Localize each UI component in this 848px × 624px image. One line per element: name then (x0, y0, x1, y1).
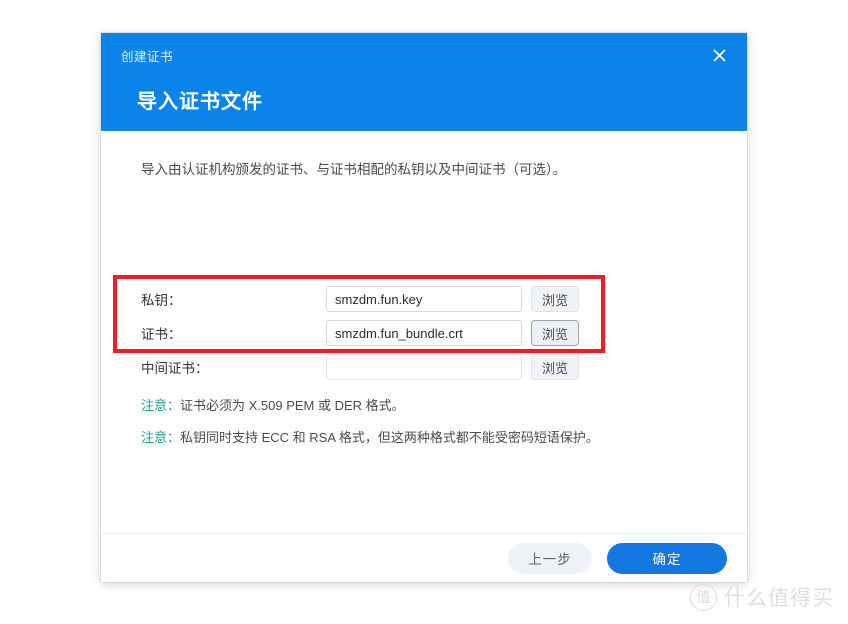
form-row-intermediate-certificate: 中间证书： 浏览 (141, 354, 701, 380)
certificate-label: 证书： (141, 327, 182, 342)
intermediate-certificate-browse-button[interactable]: 浏览 (531, 354, 580, 380)
note-text: 证书必须为 X.509 PEM 或 DER 格式。 (180, 398, 405, 413)
dialog-breadcrumb: 创建证书 (121, 50, 174, 64)
watermark: 值 什么值得买 (690, 582, 834, 612)
private-key-browse-button[interactable]: 浏览 (531, 286, 580, 312)
dialog-footer: 上一步 确定 (101, 533, 747, 582)
create-certificate-dialog: 创建证书 导入证书文件 导入由认证机构颁发的证书、与证书相配的私钥以及中间证书（… (101, 33, 747, 582)
dialog-header: 创建证书 导入证书文件 (101, 33, 747, 131)
back-button[interactable]: 上一步 (508, 542, 592, 574)
private-key-label: 私钥： (141, 293, 182, 308)
note-text: 私钥同时支持 ECC 和 RSA 格式，但这两种格式都不能受密码短语保护。 (180, 430, 599, 445)
note-prefix: 注意： (141, 398, 181, 413)
form-row-private-key: 私钥： 浏览 (141, 286, 701, 312)
intro-description: 导入由认证机构颁发的证书、与证书相配的私钥以及中间证书（可选）。 (141, 162, 567, 177)
watermark-logo-icon: 值 (690, 583, 717, 611)
confirm-button[interactable]: 确定 (607, 542, 727, 574)
private-key-input[interactable] (326, 286, 522, 312)
intermediate-certificate-input[interactable] (326, 354, 522, 380)
certificate-input[interactable] (326, 320, 522, 346)
note-private-key-format: 注意：私钥同时支持 ECC 和 RSA 格式，但这两种格式都不能受密码短语保护。 (141, 427, 599, 446)
close-icon[interactable] (708, 44, 730, 66)
dialog-title: 导入证书文件 (137, 91, 263, 113)
note-certificate-format: 注意：证书必须为 X.509 PEM 或 DER 格式。 (141, 395, 405, 414)
note-prefix: 注意： (141, 430, 181, 445)
certificate-browse-button[interactable]: 浏览 (531, 320, 580, 346)
watermark-text: 什么值得买 (724, 586, 834, 610)
form-row-certificate: 证书： 浏览 (141, 320, 701, 346)
intermediate-certificate-label: 中间证书： (141, 361, 209, 376)
dialog-body: 导入由认证机构颁发的证书、与证书相配的私钥以及中间证书（可选）。 私钥： 浏览 … (101, 131, 747, 533)
